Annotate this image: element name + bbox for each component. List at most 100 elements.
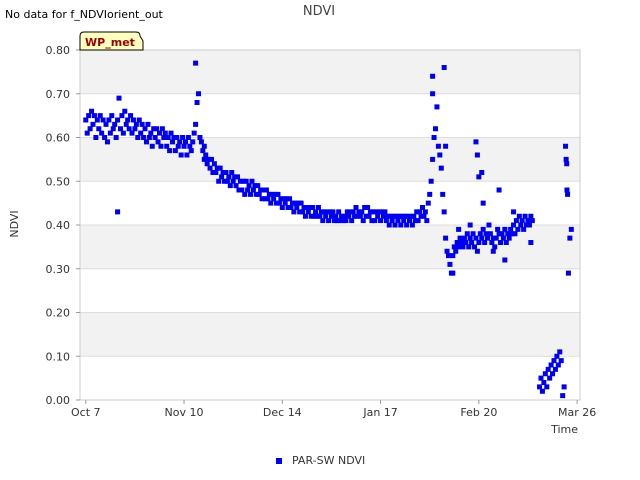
data-point xyxy=(263,187,269,193)
data-point xyxy=(110,126,116,132)
data-point xyxy=(91,113,97,119)
data-point xyxy=(213,170,219,175)
data-point xyxy=(139,121,145,127)
data-point xyxy=(216,178,222,184)
data-point xyxy=(193,121,199,127)
data-point xyxy=(560,393,566,399)
data-point xyxy=(268,200,274,206)
data-point xyxy=(479,235,485,241)
data-point xyxy=(554,353,560,359)
data-point xyxy=(341,213,347,219)
data-point xyxy=(146,135,152,140)
data-point xyxy=(428,178,434,184)
data-point xyxy=(328,213,334,219)
data-point xyxy=(485,235,491,241)
data-point xyxy=(333,213,339,219)
data-point xyxy=(107,130,113,136)
data-point xyxy=(483,231,489,237)
chart-title: NDVI xyxy=(303,4,335,19)
data-point xyxy=(409,222,415,228)
data-point xyxy=(249,178,255,184)
legend-label[interactable]: PAR-SW NDVI xyxy=(292,454,365,467)
data-point xyxy=(326,218,332,224)
data-point xyxy=(404,222,410,228)
data-point xyxy=(133,121,139,127)
data-point xyxy=(544,384,550,390)
data-point xyxy=(159,126,165,132)
x-tick-label: Nov 10 xyxy=(165,406,204,419)
data-point xyxy=(564,161,570,167)
data-point xyxy=(430,91,436,97)
data-point xyxy=(529,218,535,224)
data-point xyxy=(474,152,480,158)
data-point xyxy=(197,135,203,140)
data-point xyxy=(503,240,509,245)
background-bands xyxy=(80,50,580,357)
data-point xyxy=(476,174,482,180)
data-point xyxy=(516,213,522,219)
data-point xyxy=(99,130,105,136)
data-point xyxy=(161,135,167,140)
data-point xyxy=(528,240,534,245)
data-point xyxy=(474,248,480,254)
data-point xyxy=(246,183,252,189)
data-point xyxy=(116,95,122,101)
data-point xyxy=(185,135,191,140)
data-point xyxy=(493,235,499,241)
data-point xyxy=(282,200,288,206)
data-point xyxy=(431,135,437,140)
data-point xyxy=(489,240,495,245)
data-point xyxy=(315,205,321,210)
background-band xyxy=(80,137,580,182)
data-point xyxy=(103,121,109,127)
legend-marker xyxy=(276,458,282,464)
data-point xyxy=(365,205,371,210)
data-point xyxy=(551,358,557,364)
data-point xyxy=(383,218,389,224)
data-point xyxy=(526,222,532,228)
data-point xyxy=(143,139,149,145)
data-point xyxy=(89,108,95,114)
data-point xyxy=(496,187,502,193)
data-point xyxy=(109,113,115,119)
data-point xyxy=(275,191,281,197)
data-point xyxy=(276,200,282,206)
data-point xyxy=(357,213,363,219)
x-tick-label: Dec 14 xyxy=(263,406,302,419)
data-point xyxy=(102,135,108,140)
data-point xyxy=(492,244,498,250)
data-point xyxy=(87,126,93,132)
data-point xyxy=(195,91,201,97)
data-point xyxy=(164,143,170,149)
data-point xyxy=(453,248,459,254)
data-point xyxy=(558,358,564,364)
data-point xyxy=(469,240,475,245)
data-point xyxy=(279,205,285,210)
data-point xyxy=(122,108,128,114)
data-point xyxy=(294,205,300,210)
data-point xyxy=(302,213,308,219)
data-point xyxy=(191,130,197,136)
data-point xyxy=(467,222,473,228)
data-point xyxy=(500,235,506,241)
data-point xyxy=(136,117,142,123)
data-point xyxy=(522,213,528,219)
data-point xyxy=(498,240,504,245)
data-point xyxy=(149,143,155,149)
data-point xyxy=(119,113,125,119)
data-point xyxy=(437,152,443,158)
data-point xyxy=(366,213,372,219)
data-point xyxy=(441,209,447,215)
data-point xyxy=(463,240,469,245)
data-point xyxy=(427,191,433,197)
data-point xyxy=(298,200,304,206)
data-point xyxy=(477,231,483,237)
data-point xyxy=(271,196,277,202)
data-point xyxy=(265,196,271,202)
data-point xyxy=(513,218,519,224)
data-point xyxy=(158,143,164,149)
legend[interactable]: PAR-SW NDVI xyxy=(276,454,365,467)
data-point xyxy=(300,209,306,215)
data-point xyxy=(473,235,479,241)
data-point xyxy=(430,73,436,79)
